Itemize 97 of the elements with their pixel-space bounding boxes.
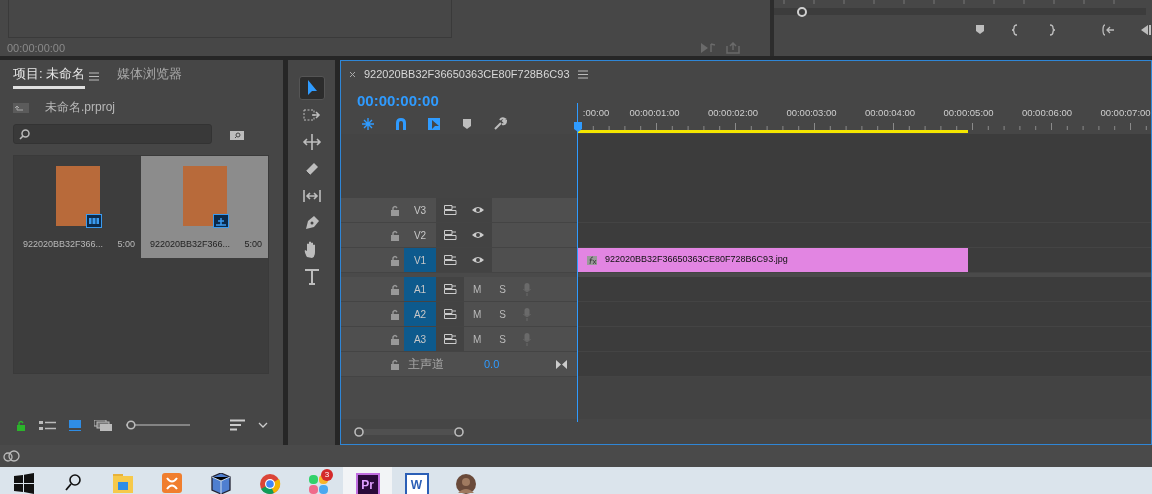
cube-icon bbox=[209, 473, 232, 494]
solo-toggle[interactable]: S bbox=[499, 281, 506, 297]
app-tile-icon bbox=[160, 473, 183, 494]
media-name: 922020BB32F366... bbox=[150, 238, 231, 251]
track-target[interactable]: V2 bbox=[404, 223, 436, 247]
ruler-label: 00:00:03:00 bbox=[786, 106, 837, 120]
project-file-name: 未命名.prproj bbox=[45, 99, 115, 116]
zoom-slider[interactable] bbox=[126, 420, 190, 430]
chevron-down-icon[interactable] bbox=[258, 422, 268, 428]
playhead-handle[interactable] bbox=[797, 7, 807, 17]
magnet-icon[interactable] bbox=[394, 116, 408, 131]
eye-icon bbox=[472, 255, 484, 265]
fx-icon bbox=[587, 255, 597, 265]
solo-toggle[interactable]: S bbox=[499, 331, 506, 347]
sequence-tab[interactable]: 922020BB32F36650363CE80F728B6C93 bbox=[364, 65, 570, 83]
timeline-clip[interactable]: 922020BB32F36650363CE80F728B6C93.jpg bbox=[577, 248, 968, 272]
master-volume[interactable]: 0.0 bbox=[484, 355, 500, 373]
list-view-icon[interactable] bbox=[39, 419, 56, 431]
icon-view-icon[interactable] bbox=[69, 419, 81, 431]
panel-tab[interactable]: 媒体浏览器 bbox=[117, 61, 183, 89]
track-output-icon bbox=[443, 334, 457, 344]
mute-toggle[interactable]: M bbox=[473, 331, 482, 347]
taskbar-app[interactable]: 3 bbox=[294, 467, 343, 494]
solo-toggle[interactable]: S bbox=[499, 306, 506, 322]
ripple-edit-icon bbox=[300, 131, 323, 153]
track-output-icon bbox=[443, 230, 457, 240]
ruler-label: 00:00:06:00 bbox=[1021, 106, 1073, 120]
premiere-app-icon: Pr bbox=[355, 473, 380, 494]
lock-icon[interactable] bbox=[390, 358, 400, 370]
media-duration: 5:00 bbox=[244, 238, 262, 251]
lock-icon[interactable] bbox=[390, 254, 400, 266]
eye-icon bbox=[472, 205, 484, 215]
menu-icon[interactable] bbox=[577, 69, 588, 79]
lock-icon[interactable] bbox=[390, 229, 400, 241]
clip-name: 922020BB32F36650363CE80F728B6C93.jpg bbox=[605, 253, 788, 267]
image-type-icon bbox=[212, 214, 229, 228]
wrench-icon[interactable] bbox=[493, 116, 507, 131]
new-bin-icon[interactable] bbox=[230, 128, 244, 140]
collapse-icon[interactable] bbox=[556, 359, 567, 369]
tool-button[interactable] bbox=[298, 76, 325, 100]
marker-icon[interactable] bbox=[460, 116, 474, 131]
lock-icon[interactable] bbox=[16, 419, 26, 431]
ruler-label: :00:00 bbox=[582, 106, 610, 120]
taskbar-app[interactable]: Pr bbox=[343, 467, 392, 494]
word-app-icon: W bbox=[404, 473, 429, 494]
search-icon bbox=[19, 128, 30, 140]
creative-cloud-icon[interactable] bbox=[3, 449, 20, 463]
sync-lock-toggle[interactable] bbox=[436, 277, 464, 301]
nest-icon[interactable] bbox=[361, 116, 375, 131]
video-type-icon bbox=[85, 214, 102, 228]
media-item[interactable]: 922020BB32F366... 5:00 bbox=[141, 156, 268, 258]
track-target[interactable]: V1 bbox=[404, 248, 436, 272]
ruler-label: 00:00:05:00 bbox=[943, 106, 994, 120]
media-item[interactable]: 922020BB32F366... 5:00 bbox=[14, 156, 141, 258]
ruler-label: 00:00:04:00 bbox=[864, 106, 916, 120]
media-duration: 5:00 bbox=[117, 238, 135, 251]
lock-icon[interactable] bbox=[390, 204, 400, 216]
menu-icon[interactable] bbox=[89, 72, 100, 81]
ruler-label: 00:00:02:00 bbox=[707, 106, 759, 120]
colorful-app-icon bbox=[307, 473, 330, 494]
close-icon[interactable] bbox=[349, 70, 356, 78]
track-output-icon bbox=[443, 309, 457, 319]
linked-selection-icon[interactable] bbox=[427, 116, 441, 131]
timecode[interactable]: 00:00:00:00 bbox=[357, 90, 577, 113]
freeform-view-icon[interactable] bbox=[94, 419, 113, 431]
folder-up-icon[interactable] bbox=[13, 101, 29, 113]
master-track-label: 主声道 bbox=[408, 356, 445, 373]
track-output-icon bbox=[443, 284, 457, 294]
panel-tab[interactable]: 项目: 未命名 bbox=[13, 61, 86, 89]
track-output-icon bbox=[443, 205, 457, 215]
lock-icon[interactable] bbox=[390, 333, 400, 345]
windows-logo-icon bbox=[13, 473, 36, 494]
search-field[interactable] bbox=[13, 124, 212, 144]
timecode: 00:00:00:00 bbox=[7, 40, 66, 56]
ruler-label: 00:00:01:00 bbox=[629, 106, 680, 120]
track-output-icon bbox=[443, 255, 457, 265]
lock-icon[interactable] bbox=[390, 308, 400, 320]
horizontal-scrollbar[interactable] bbox=[353, 425, 465, 438]
eye-icon bbox=[472, 230, 484, 240]
taskbar-app[interactable]: W bbox=[392, 467, 441, 494]
track-target[interactable]: A1 bbox=[404, 277, 436, 301]
mute-toggle[interactable]: M bbox=[473, 281, 482, 297]
ruler-label: 00:00:07:00 bbox=[1100, 106, 1151, 120]
track-target[interactable]: A2 bbox=[404, 302, 436, 326]
lock-icon[interactable] bbox=[390, 283, 400, 295]
sync-lock-toggle[interactable] bbox=[436, 327, 464, 351]
go-to-in-icon[interactable] bbox=[1102, 24, 1116, 36]
media-name: 922020BB32F366... bbox=[23, 238, 104, 251]
avatar-icon bbox=[454, 473, 477, 494]
notification-badge: 3 bbox=[321, 469, 333, 481]
track-target[interactable]: A3 bbox=[404, 327, 436, 351]
track-target[interactable]: V3 bbox=[404, 198, 436, 222]
slider-thumb[interactable] bbox=[126, 420, 136, 430]
browser-logo-icon bbox=[258, 473, 281, 494]
folder-icon bbox=[111, 473, 134, 494]
sort-icon[interactable] bbox=[230, 419, 245, 431]
mute-toggle[interactable]: M bbox=[473, 306, 482, 322]
